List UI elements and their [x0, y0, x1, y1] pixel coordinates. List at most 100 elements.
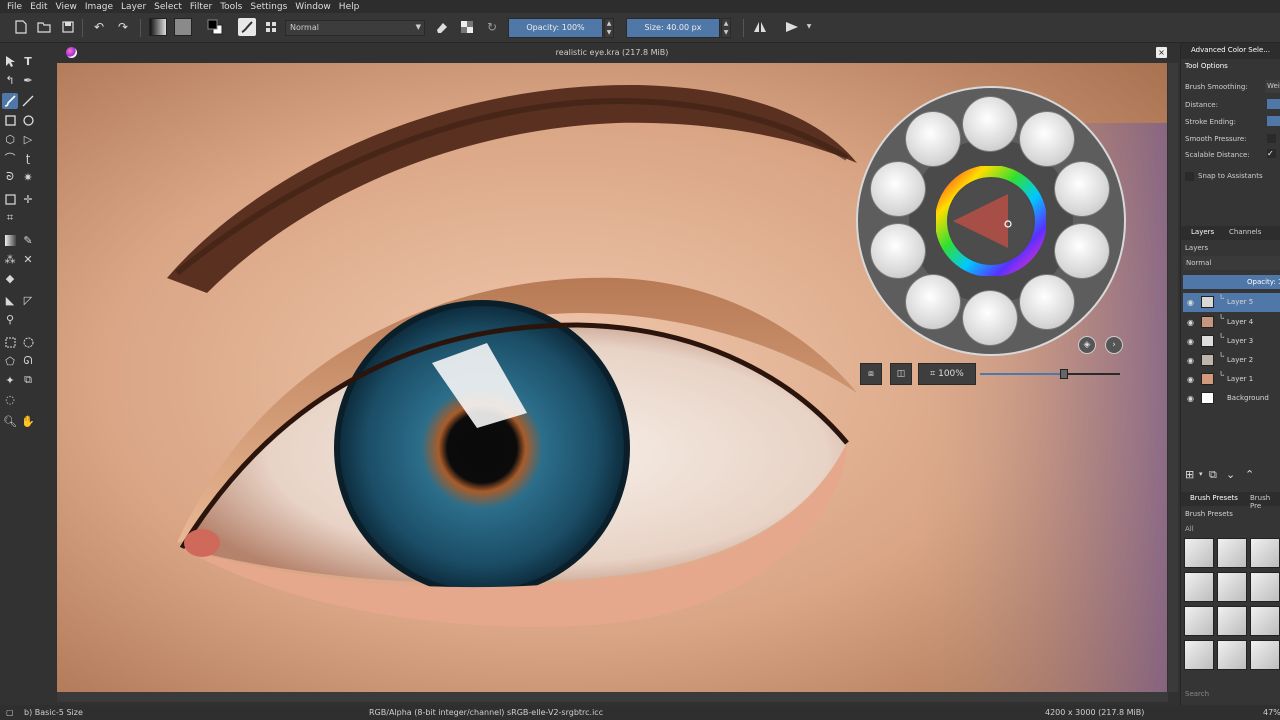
move-layer-up-icon[interactable]: ⌃ [1245, 468, 1254, 481]
tab-brush-presets-2[interactable]: Brush Pre [1250, 494, 1280, 510]
menu-image[interactable]: Image [85, 2, 113, 12]
zoom-tool-icon[interactable]: 🔍︎ [2, 413, 18, 429]
layer-row[interactable]: ◉ Background [1183, 389, 1280, 408]
brush-smoothing-select[interactable]: Wei [1265, 80, 1280, 93]
fg-bg-colors-icon[interactable] [206, 18, 224, 36]
brush-preset-thumbnail[interactable] [1184, 538, 1214, 568]
menu-tools[interactable]: Tools [220, 2, 242, 12]
inherit-alpha-icon[interactable]: ᒐ [1220, 351, 1224, 359]
distance-slider[interactable] [1267, 99, 1280, 109]
size-stepper[interactable]: ▲ ▼ [721, 18, 731, 38]
document-tab[interactable]: realistic eye.kra (217.8 MiB) [56, 43, 1168, 63]
visibility-eye-icon[interactable]: ◉ [1187, 337, 1194, 346]
visibility-eye-icon[interactable]: ◉ [1187, 394, 1194, 403]
zoom-level-label[interactable]: 47% [1263, 708, 1280, 717]
pattern-icon[interactable] [174, 18, 192, 36]
eraser-icon[interactable] [432, 18, 450, 36]
multibrush-tool-icon[interactable]: ✷ [20, 169, 36, 185]
opacity-stepper[interactable]: ▲ ▼ [604, 18, 614, 38]
tag-icon[interactable]: ◈ [1078, 336, 1096, 354]
open-icon[interactable] [35, 18, 53, 36]
brush-preset-slot-icon[interactable] [1020, 275, 1074, 329]
mirror-horizontal-icon[interactable] [751, 18, 769, 36]
move-layer-down-icon[interactable]: ⌄ [1226, 468, 1235, 481]
stroke-ending-slider[interactable] [1267, 116, 1280, 126]
snap-assistants-checkbox[interactable] [1185, 172, 1194, 181]
layer-row[interactable]: ◉ ᒐ Layer 3 [1183, 332, 1280, 351]
gradient-tool-icon[interactable] [2, 232, 18, 248]
brush-preset-thumbnail[interactable] [1184, 606, 1214, 636]
rectangle-tool-icon[interactable] [2, 112, 18, 128]
brush-preset-thumbnail[interactable] [1217, 606, 1247, 636]
polyline-tool-icon[interactable]: ▷ [20, 131, 36, 147]
vertical-scrollbar[interactable] [1168, 63, 1178, 692]
chevron-right-icon[interactable]: › [1105, 336, 1123, 354]
bezier-selection-tool-icon[interactable]: ◌ [2, 391, 18, 407]
polygon-tool-icon[interactable]: ⬡ [2, 131, 18, 147]
layer-blend-mode-select[interactable]: Normal [1183, 256, 1280, 270]
dynamic-brush-tool-icon[interactable]: ᘐ [2, 169, 18, 185]
reload-icon[interactable]: ↻ [483, 18, 501, 36]
visibility-eye-icon[interactable]: ◉ [1187, 298, 1194, 307]
layer-row[interactable]: ◉ ᒐ Layer 1 [1183, 370, 1280, 389]
color-picker-tool-icon[interactable]: ✎ [20, 232, 36, 248]
menu-view[interactable]: View [56, 2, 77, 12]
transform-tool-icon[interactable] [2, 191, 18, 207]
bezier-tool-icon[interactable]: ⌒ [2, 150, 18, 166]
menu-file[interactable]: File [7, 2, 22, 12]
color-smart-patch-tool-icon[interactable]: ⁂ [2, 251, 18, 267]
scalable-distance-checkbox[interactable]: ✓ [1267, 149, 1276, 158]
tab-advanced-color-selector[interactable]: Advanced Color Sele... [1191, 46, 1270, 54]
smooth-pressure-checkbox[interactable] [1267, 134, 1276, 143]
brush-preset-slot-icon[interactable] [963, 97, 1017, 151]
menu-filter[interactable]: Filter [190, 2, 212, 12]
menu-select[interactable]: Select [154, 2, 182, 12]
alpha-lock-icon[interactable] [458, 18, 476, 36]
freehand-path-tool-icon[interactable]: ʈ [20, 150, 36, 166]
brush-preset-thumbnail[interactable] [1184, 640, 1214, 670]
brush-preset-slot-icon[interactable] [1055, 162, 1109, 216]
horizontal-scrollbar[interactable] [57, 692, 1168, 702]
inherit-alpha-icon[interactable]: ᒐ [1220, 293, 1224, 301]
freehand-selection-tool-icon[interactable]: ᘏ [20, 353, 36, 369]
brush-preset-slot-icon[interactable] [906, 275, 960, 329]
measure-tool-icon[interactable]: ◸ [20, 292, 36, 308]
color-selector-wheel[interactable] [936, 166, 1046, 276]
brush-tag-filter[interactable]: All [1185, 525, 1194, 533]
close-icon[interactable]: × [1156, 47, 1167, 58]
layer-row[interactable]: ◉ ᒐ Layer 2 [1183, 351, 1280, 370]
contiguous-selection-tool-icon[interactable]: ✦ [2, 372, 18, 388]
brush-preset-thumbnail[interactable] [1184, 572, 1214, 602]
smart-patch-tool-icon[interactable]: ✕ [20, 251, 36, 267]
brush-preset-thumbnail[interactable] [1250, 606, 1280, 636]
layer-row[interactable]: ◉ ᒐ Layer 4 [1183, 313, 1280, 332]
clear-history-icon[interactable]: ◫ [890, 363, 912, 385]
redo-icon[interactable]: ↷ [114, 18, 132, 36]
calligraphy-tool-icon[interactable]: ✒ [20, 72, 36, 88]
menu-window[interactable]: Window [295, 2, 331, 12]
brush-preset-slot-icon[interactable] [871, 162, 925, 216]
save-icon[interactable] [59, 18, 77, 36]
pan-tool-icon[interactable]: ✋ [20, 413, 36, 429]
menu-edit[interactable]: Edit [30, 2, 47, 12]
duplicate-layer-icon[interactable]: ⧉ [1209, 468, 1217, 482]
layer-row[interactable]: ◉ ᒐ Layer 5 [1183, 293, 1280, 312]
tab-layers[interactable]: Layers [1191, 228, 1214, 236]
elliptical-selection-tool-icon[interactable] [20, 334, 36, 350]
size-slider[interactable]: Size: 40.00 px [626, 18, 720, 38]
similar-color-selection-tool-icon[interactable]: ⧉ [20, 372, 36, 388]
brush-preset-icon[interactable]: ▢ [6, 708, 14, 717]
undo-icon[interactable]: ↶ [90, 18, 108, 36]
brush-preset-thumbnail[interactable] [1250, 572, 1280, 602]
reference-images-tool-icon[interactable]: ⚲ [2, 311, 18, 327]
tab-channels[interactable]: Channels [1229, 228, 1261, 236]
brush-preset-thumbnail[interactable] [1250, 538, 1280, 568]
brush-preset-slot-icon[interactable] [1055, 224, 1109, 278]
brush-preset-slot-icon[interactable] [963, 291, 1017, 345]
fill-tool-icon[interactable]: ◆ [2, 270, 18, 286]
brush-search-input[interactable]: Search [1185, 690, 1209, 698]
brush-settings-icon[interactable] [262, 18, 280, 36]
gradient-icon[interactable] [149, 18, 167, 36]
brush-preset-thumbnail[interactable] [1250, 640, 1280, 670]
menu-help[interactable]: Help [339, 2, 360, 12]
